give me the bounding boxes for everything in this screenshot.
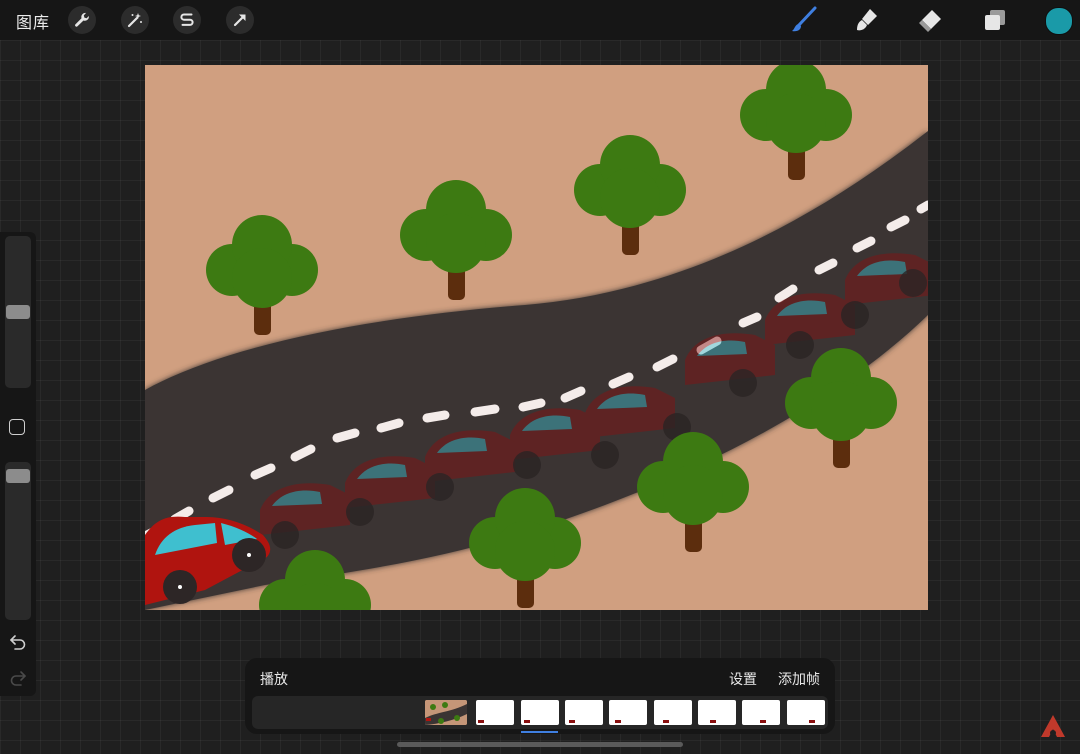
selection-s-icon	[178, 11, 196, 29]
frame-thumbnail[interactable]	[698, 700, 736, 725]
wrench-icon	[73, 11, 91, 29]
frame-thumbnail[interactable]	[565, 700, 603, 725]
frame-thumbnail[interactable]	[476, 700, 514, 725]
redo-icon[interactable]	[9, 670, 27, 690]
smudge-tool-button[interactable]	[853, 6, 881, 34]
frame-thumbnail[interactable]	[609, 700, 647, 725]
frame-thumbnail[interactable]	[521, 700, 559, 725]
layers-icon	[983, 8, 1007, 32]
settings-button[interactable]: 设置	[729, 669, 757, 689]
opacity-thumb[interactable]	[6, 469, 30, 484]
play-button[interactable]: 播放	[260, 669, 288, 689]
eraser-icon	[918, 7, 944, 33]
layers-button[interactable]	[981, 6, 1009, 34]
transform-arrow-icon	[231, 11, 249, 29]
actions-button[interactable]	[68, 6, 96, 34]
frame-thumbnail[interactable]	[654, 700, 692, 725]
animation-assist-panel: 播放 设置 添加帧	[245, 658, 835, 734]
frame-thumbnail[interactable]	[742, 700, 780, 725]
top-toolbar: 图库	[0, 0, 1080, 40]
undo-icon[interactable]	[9, 634, 27, 654]
drawing-canvas[interactable]	[145, 65, 928, 610]
frame-thumbnail[interactable]	[787, 700, 825, 725]
brush-size-slider[interactable]	[5, 236, 31, 388]
color-picker-button[interactable]	[1045, 7, 1073, 35]
modify-button[interactable]	[9, 419, 25, 435]
transform-button[interactable]	[226, 6, 254, 34]
selection-button[interactable]	[173, 6, 201, 34]
paint-tool-button[interactable]	[790, 6, 818, 34]
adjustments-button[interactable]	[121, 6, 149, 34]
frame-thumbnail[interactable]	[425, 700, 467, 725]
eraser-tool-button[interactable]	[917, 6, 945, 34]
brush-size-thumb[interactable]	[6, 305, 30, 319]
opacity-slider[interactable]	[5, 462, 31, 620]
selected-frame-indicator	[521, 731, 558, 733]
brush-icon	[790, 6, 818, 34]
watermark-logo-icon	[1040, 714, 1066, 742]
frame-timeline[interactable]	[252, 696, 828, 729]
home-indicator	[397, 742, 683, 747]
magic-wand-icon	[126, 11, 144, 29]
add-frame-button[interactable]: 添加帧	[778, 669, 820, 689]
gallery-button[interactable]: 图库	[16, 9, 50, 33]
smudge-icon	[854, 7, 880, 33]
left-sidebar	[0, 232, 36, 696]
